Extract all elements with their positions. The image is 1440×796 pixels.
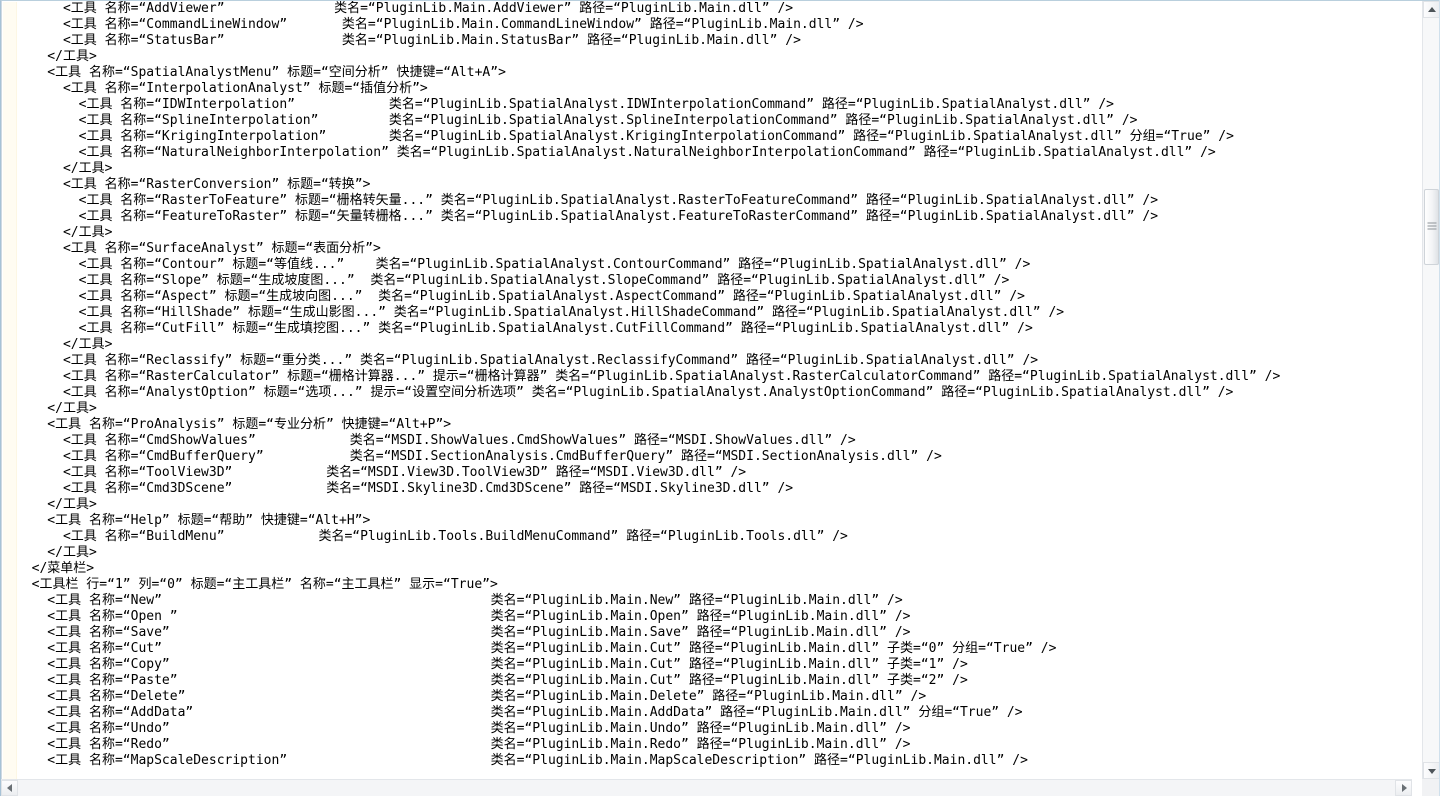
code-line: <工具 名称=“FeatureToRaster” 标题=“矢量转栅格...” 类…: [16, 209, 1159, 224]
horizontal-scrollbar[interactable]: [1, 779, 1412, 796]
code-line: </工具>: [16, 225, 113, 240]
code-line: <工具 名称=“Cut” 类名=“PluginLib.Main.Cut” 路径=…: [16, 641, 1057, 656]
vertical-scroll-thumb[interactable]: [1424, 189, 1439, 265]
code-line: <工具 名称=“ToolView3D” 类名=“MSDI.View3D.Tool…: [16, 465, 747, 480]
code-line: <工具 名称=“New” 类名=“PluginLib.Main.New” 路径=…: [16, 593, 903, 608]
code-line: <工具 名称=“AddViewer” 类名=“PluginLib.Main.Ad…: [16, 1, 794, 16]
code-line: <工具 名称=“RasterConversion” 标题=“转换”>: [16, 177, 371, 192]
xml-editor-window: <工具 名称=“AddViewer” 类名=“PluginLib.Main.Ad…: [0, 0, 1440, 796]
code-line: <工具 名称=“CommandLineWindow” 类名=“PluginLib…: [16, 17, 864, 32]
code-line: <工具 名称=“HillShade” 标题=“生成山影图...” 类名=“Plu…: [16, 305, 1065, 320]
code-line: </工具>: [16, 545, 97, 560]
code-line: <工具 名称=“StatusBar” 类名=“PluginLib.Main.St…: [16, 33, 801, 48]
code-line: <工具 名称=“CmdShowValues” 类名=“MSDI.ShowValu…: [16, 433, 856, 448]
code-line: <工具 名称=“CmdBufferQuery” 类名=“MSDI.Section…: [16, 449, 942, 464]
code-line: <工具 名称=“BuildMenu” 类名=“PluginLib.Tools.B…: [16, 529, 848, 544]
grip-lines-icon: [1427, 222, 1436, 232]
code-line: <工具 名称=“Copy” 类名=“PluginLib.Main.Cut” 路径…: [16, 657, 968, 672]
code-line: <工具 名称=“RasterCalculator” 标题=“栅格计算器...” …: [16, 369, 1281, 384]
code-line: <工具 名称=“KrigingInterpolation” 类名=“Plugin…: [16, 129, 1234, 144]
code-line: <工具 名称=“Cmd3DScene” 类名=“MSDI.Skyline3D.C…: [16, 481, 794, 496]
code-line: <工具 名称=“Slope” 标题=“生成坡度图...” 类名=“PluginL…: [16, 273, 1010, 288]
xml-text-pane[interactable]: <工具 名称=“AddViewer” 类名=“PluginLib.Main.Ad…: [1, 1, 1412, 779]
code-line: <工具 名称=“RasterToFeature” 标题=“栅格转矢量...” 类…: [16, 193, 1159, 208]
scrollbar-corner: [1422, 779, 1439, 796]
code-line: <工具 名称=“AddData” 类名=“PluginLib.Main.AddD…: [16, 705, 1023, 720]
code-line: <工具栏 行=“1” 列=“0” 标题=“主工具栏” 名称=“主工具栏” 显示=…: [16, 577, 498, 592]
code-line: </工具>: [16, 161, 113, 176]
code-line: <工具 名称=“Open ” 类名=“PluginLib.Main.Open” …: [16, 609, 911, 624]
caret-down-icon: [1427, 768, 1436, 774]
code-line: <工具 名称=“AnalystOption” 标题=“选项...” 提示=“设置…: [16, 385, 1234, 400]
code-line: <工具 名称=“Aspect” 标题=“生成坡向图...” 类名=“Plugin…: [16, 289, 1025, 304]
selection-margin-gutter[interactable]: [3, 2, 17, 779]
caret-up-icon: [1427, 6, 1436, 12]
code-line: <工具 名称=“Help” 标题=“帮助” 快捷键=“Alt+H”>: [16, 513, 371, 528]
code-line: <工具 名称=“SurfaceAnalyst” 标题=“表面分析”>: [16, 241, 381, 256]
code-line: <工具 名称=“Contour” 标题=“等值线...” 类名=“PluginL…: [16, 257, 1031, 272]
code-line: </工具>: [16, 49, 97, 64]
code-line: </工具>: [16, 401, 97, 416]
code-line: <工具 名称=“Delete” 类名=“PluginLib.Main.Delet…: [16, 689, 927, 704]
scroll-down-arrow-icon[interactable]: [1423, 762, 1440, 779]
code-line: <工具 名称=“CutFill” 标题=“生成填挖图...” 类名=“Plugi…: [16, 321, 1033, 336]
vertical-scroll-track-upper[interactable]: [1423, 18, 1440, 189]
code-line: </工具>: [16, 337, 113, 352]
code-line: <工具 名称=“InterpolationAnalyst” 标题=“插值分析”>: [16, 81, 428, 96]
code-line: <工具 名称=“Redo” 类名=“PluginLib.Main.Redo” 路…: [16, 737, 911, 752]
caret-right-icon: [1401, 784, 1407, 792]
scroll-right-arrow-icon[interactable]: [1395, 780, 1412, 796]
code-line: <工具 名称=“SpatialAnalystMenu” 标题=“空间分析” 快捷…: [16, 65, 506, 80]
xml-source-text[interactable]: <工具 名称=“AddViewer” 类名=“PluginLib.Main.Ad…: [16, 1, 1412, 769]
code-line: <工具 名称=“ProAnalysis” 标题=“专业分析” 快捷键=“Alt+…: [16, 417, 452, 432]
caret-left-icon: [6, 784, 12, 792]
code-line: <工具 名称=“MapScaleDescription” 类名=“PluginL…: [16, 753, 1028, 768]
code-line: <工具 名称=“IDWInterpolation” 类名=“PluginLib.…: [16, 97, 1114, 112]
vertical-scrollbar[interactable]: [1422, 1, 1440, 779]
vertical-scroll-track-lower[interactable]: [1423, 265, 1440, 762]
code-line: <工具 名称=“NaturalNeighborInterpolation” 类名…: [16, 145, 1216, 160]
scroll-left-arrow-icon[interactable]: [1, 780, 18, 796]
code-line: <工具 名称=“Undo” 类名=“PluginLib.Main.Undo” 路…: [16, 721, 911, 736]
code-line: <工具 名称=“SplineInterpolation” 类名=“PluginL…: [16, 113, 1138, 128]
code-line: <工具 名称=“Save” 类名=“PluginLib.Main.Save” 路…: [16, 625, 911, 640]
code-line: <工具 名称=“Paste” 类名=“PluginLib.Main.Cut” 路…: [16, 673, 968, 688]
code-line: </工具>: [16, 497, 97, 512]
scroll-up-arrow-icon[interactable]: [1423, 1, 1440, 18]
code-line: </菜单栏>: [16, 561, 95, 576]
code-line: <工具 名称=“Reclassify” 标题=“重分类...” 类名=“Plug…: [16, 353, 1039, 368]
